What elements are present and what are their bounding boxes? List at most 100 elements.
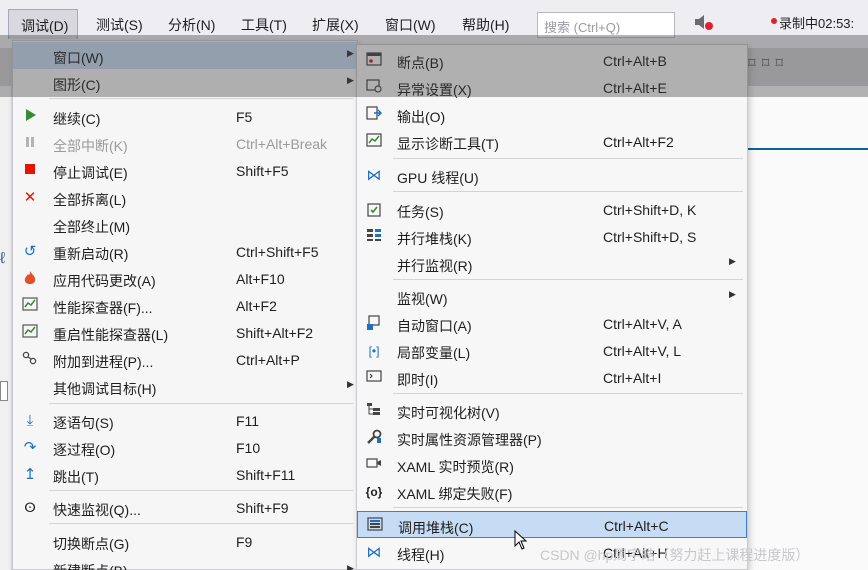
xaml-binding-icon: {o}	[365, 485, 383, 499]
live-visual-tree-icon	[365, 402, 383, 420]
window-menu-item-shortcut: Ctrl+Shift+D, K	[603, 202, 697, 218]
window-menu-item-breakpoints[interactable]: 断点(B) Ctrl+Alt+B	[357, 47, 747, 74]
window-menu-item-label: 调用堆栈(C)	[398, 520, 474, 536]
window-menu-item-xaml-preview[interactable]: XAML 实时预览(R)	[357, 451, 747, 478]
window-menu-item-locals[interactable]: [•] 局部变量(L) Ctrl+Alt+V, L	[357, 337, 747, 364]
window-menu-item-parallel-stacks[interactable]: 并行堆栈(K) Ctrl+Shift+D, S	[357, 223, 747, 250]
window-menu-item-label: 并行堆栈(K)	[397, 231, 472, 247]
step-over-icon: ↷	[23, 439, 37, 456]
window-menu-item-shortcut: Ctrl+Alt+V, A	[603, 316, 682, 332]
debug-menu-item-label: 停止调试(E)	[53, 165, 128, 181]
window-menu-item-live-property-explorer[interactable]: 实时属性资源管理器(P)	[357, 424, 747, 451]
debug-menu-item-restart[interactable]: ↺ 重新启动(R) Ctrl+Shift+F5	[13, 238, 357, 265]
chevron-right-icon: ▶	[347, 379, 354, 389]
debug-menu-item-terminate-all[interactable]: 全部终止(M)	[13, 211, 357, 238]
debug-menu-item-quickwatch[interactable]: ⵙ 快速监视(Q)... Shift+F9	[13, 494, 357, 521]
debug-menu-item-label: 其他调试目标(H)	[53, 381, 157, 397]
menu-separator	[393, 393, 743, 394]
menu-separator	[49, 98, 353, 99]
window-menu-item-shortcut: Ctrl+Alt+I	[603, 370, 662, 386]
debug-menu-item-step-into[interactable]: ⤓ 逐语句(S) F11	[13, 407, 357, 434]
attach-process-icon	[21, 351, 39, 369]
menu-help[interactable]: 帮助(H)	[462, 15, 509, 35]
window-menu-item-shortcut: Ctrl+Alt+F2	[603, 134, 674, 150]
window-menu-item-gpu-threads[interactable]: ⋈ GPU 线程(U)	[357, 162, 747, 189]
debug-menu-item-label: 窗口(W)	[53, 50, 104, 66]
debug-menu-item-label: 附加到进程(P)...	[53, 354, 154, 370]
debug-menu-item-step-out[interactable]: ↥ 跳出(T) Shift+F11	[13, 461, 357, 488]
profiler-restart-icon	[21, 324, 39, 342]
window-menu-item-output[interactable]: 输出(O)	[357, 101, 747, 128]
debug-menu-item-detach-all[interactable]: ✕ 全部拆离(L)	[13, 184, 357, 211]
debug-menu-item-shortcut: Ctrl+Alt+Break	[236, 136, 328, 152]
debug-menu-item-break-all[interactable]: 全部中断(K) Ctrl+Alt+Break	[13, 130, 357, 157]
window-menu-item-label: 局部变量(L)	[397, 345, 471, 361]
debug-menu-item-label: 继续(C)	[53, 111, 101, 127]
debug-menu-item-other-targets[interactable]: 其他调试目标(H) ▶	[13, 373, 357, 400]
window-menu-item-label: GPU 线程(U)	[397, 170, 479, 186]
stop-icon	[21, 162, 39, 180]
debug-menu-item-new-breakpoint[interactable]: 新建断点(B) ▶	[13, 555, 357, 570]
menu-separator	[393, 507, 743, 508]
window-menu-item-label: XAML 绑定失败(F)	[397, 486, 513, 502]
window-menu-item-diagnostics[interactable]: 显示诊断工具(T) Ctrl+Alt+F2	[357, 128, 747, 155]
debug-menu-item-shortcut: Ctrl+Alt+P	[236, 352, 300, 368]
step-out-icon: ↥	[23, 466, 37, 483]
debug-menu-item-attach-process[interactable]: 附加到进程(P)... Ctrl+Alt+P	[13, 346, 357, 373]
menu-tools[interactable]: 工具(T)	[241, 15, 287, 35]
debug-menu-item-label: 重新启动(R)	[53, 246, 129, 262]
window-menu-item-watch[interactable]: 监视(W) ▶	[357, 283, 747, 310]
live-property-explorer-icon	[365, 429, 383, 447]
debug-menu-item-label: 性能探查器(F)...	[53, 300, 153, 316]
window-menu-item-live-visual-tree[interactable]: 实时可视化树(V)	[357, 397, 747, 424]
window-menu-item-label: 实时可视化树(V)	[397, 405, 500, 421]
debug-menu-item-profiler[interactable]: 性能探查器(F)... Alt+F2	[13, 292, 357, 319]
menu-separator	[49, 490, 353, 491]
menu-separator	[393, 158, 743, 159]
chevron-right-icon: ▶	[347, 75, 354, 85]
chevron-right-icon: ▶	[729, 256, 736, 266]
menu-analyze[interactable]: 分析(N)	[168, 15, 215, 35]
debug-menu-item-shortcut: Shift+F11	[236, 467, 296, 483]
debug-menu-item-label: 重启性能探查器(L)	[53, 327, 169, 343]
debug-menu-item-restart-profiler[interactable]: 重启性能探查器(L) Shift+Alt+F2	[13, 319, 357, 346]
debug-menu-item-shortcut: F11	[236, 413, 260, 429]
window-menu-item-exception-settings[interactable]: 异常设置(X) Ctrl+Alt+E	[357, 74, 747, 101]
window-menu-item-parallel-watch[interactable]: 并行监视(R) ▶	[357, 250, 747, 277]
search-input[interactable]: 搜索 (Ctrl+Q)	[537, 12, 675, 38]
window-menu-item-tasks[interactable]: 任务(S) Ctrl+Shift+D, K	[357, 196, 747, 223]
debug-menu-item-toggle-breakpoint[interactable]: 切换断点(G) F9	[13, 528, 357, 555]
menu-debug[interactable]: 调试(D)	[8, 9, 78, 39]
debug-menu-item-step-over[interactable]: ↷ 逐过程(O) F10	[13, 434, 357, 461]
pause-icon	[21, 135, 39, 153]
debug-menu-item-label: 应用代码更改(A)	[53, 273, 156, 289]
menu-window[interactable]: 窗口(W)	[385, 15, 436, 35]
debug-menu-item-shortcut: Alt+F2	[236, 298, 277, 314]
diagnostics-icon	[365, 133, 383, 151]
menu-separator	[49, 523, 353, 524]
debug-menu-item-shortcut: F10	[236, 440, 261, 456]
exception-settings-icon	[365, 79, 383, 97]
parallel-stacks-icon	[365, 228, 383, 246]
debug-menu-item-continue[interactable]: 继续(C) F5	[13, 103, 357, 130]
window-menu-item-label: 即时(I)	[397, 372, 439, 388]
menu-test[interactable]: 测试(S)	[96, 15, 143, 35]
hot-reload-icon	[21, 270, 39, 288]
window-menu-item-immediate[interactable]: 即时(I) Ctrl+Alt+I	[357, 364, 747, 391]
recording-indicator-icon	[771, 18, 777, 24]
window-menu-item-label: 显示诊断工具(T)	[397, 136, 499, 152]
window-menu-item-xaml-binding[interactable]: {o} XAML 绑定失败(F)	[357, 478, 747, 505]
debug-menu-item-apply-code-changes[interactable]: 应用代码更改(A) Alt+F10	[13, 265, 357, 292]
debug-menu-item-stop[interactable]: 停止调试(E) Shift+F5	[13, 157, 357, 184]
menu-extensions[interactable]: 扩展(X)	[312, 15, 359, 35]
speaker-muted-icon[interactable]	[693, 12, 715, 32]
debug-menu-item-window[interactable]: 窗口(W) ▶	[13, 42, 357, 69]
window-menu-item-label: 监视(W)	[397, 291, 448, 307]
gpu-threads-icon: ⋈	[366, 167, 382, 184]
debug-menu-item-graphics[interactable]: 图形(C) ▶	[13, 69, 357, 96]
window-menu-item-autos[interactable]: 自动窗口(A) Ctrl+Alt+V, A	[357, 310, 747, 337]
locals-icon: [•]	[368, 344, 380, 358]
scroll-fragment	[0, 381, 8, 401]
call-stack-icon	[366, 517, 384, 535]
window-menu-item-call-stack[interactable]: 调用堆栈(C) Ctrl+Alt+C	[357, 511, 747, 538]
